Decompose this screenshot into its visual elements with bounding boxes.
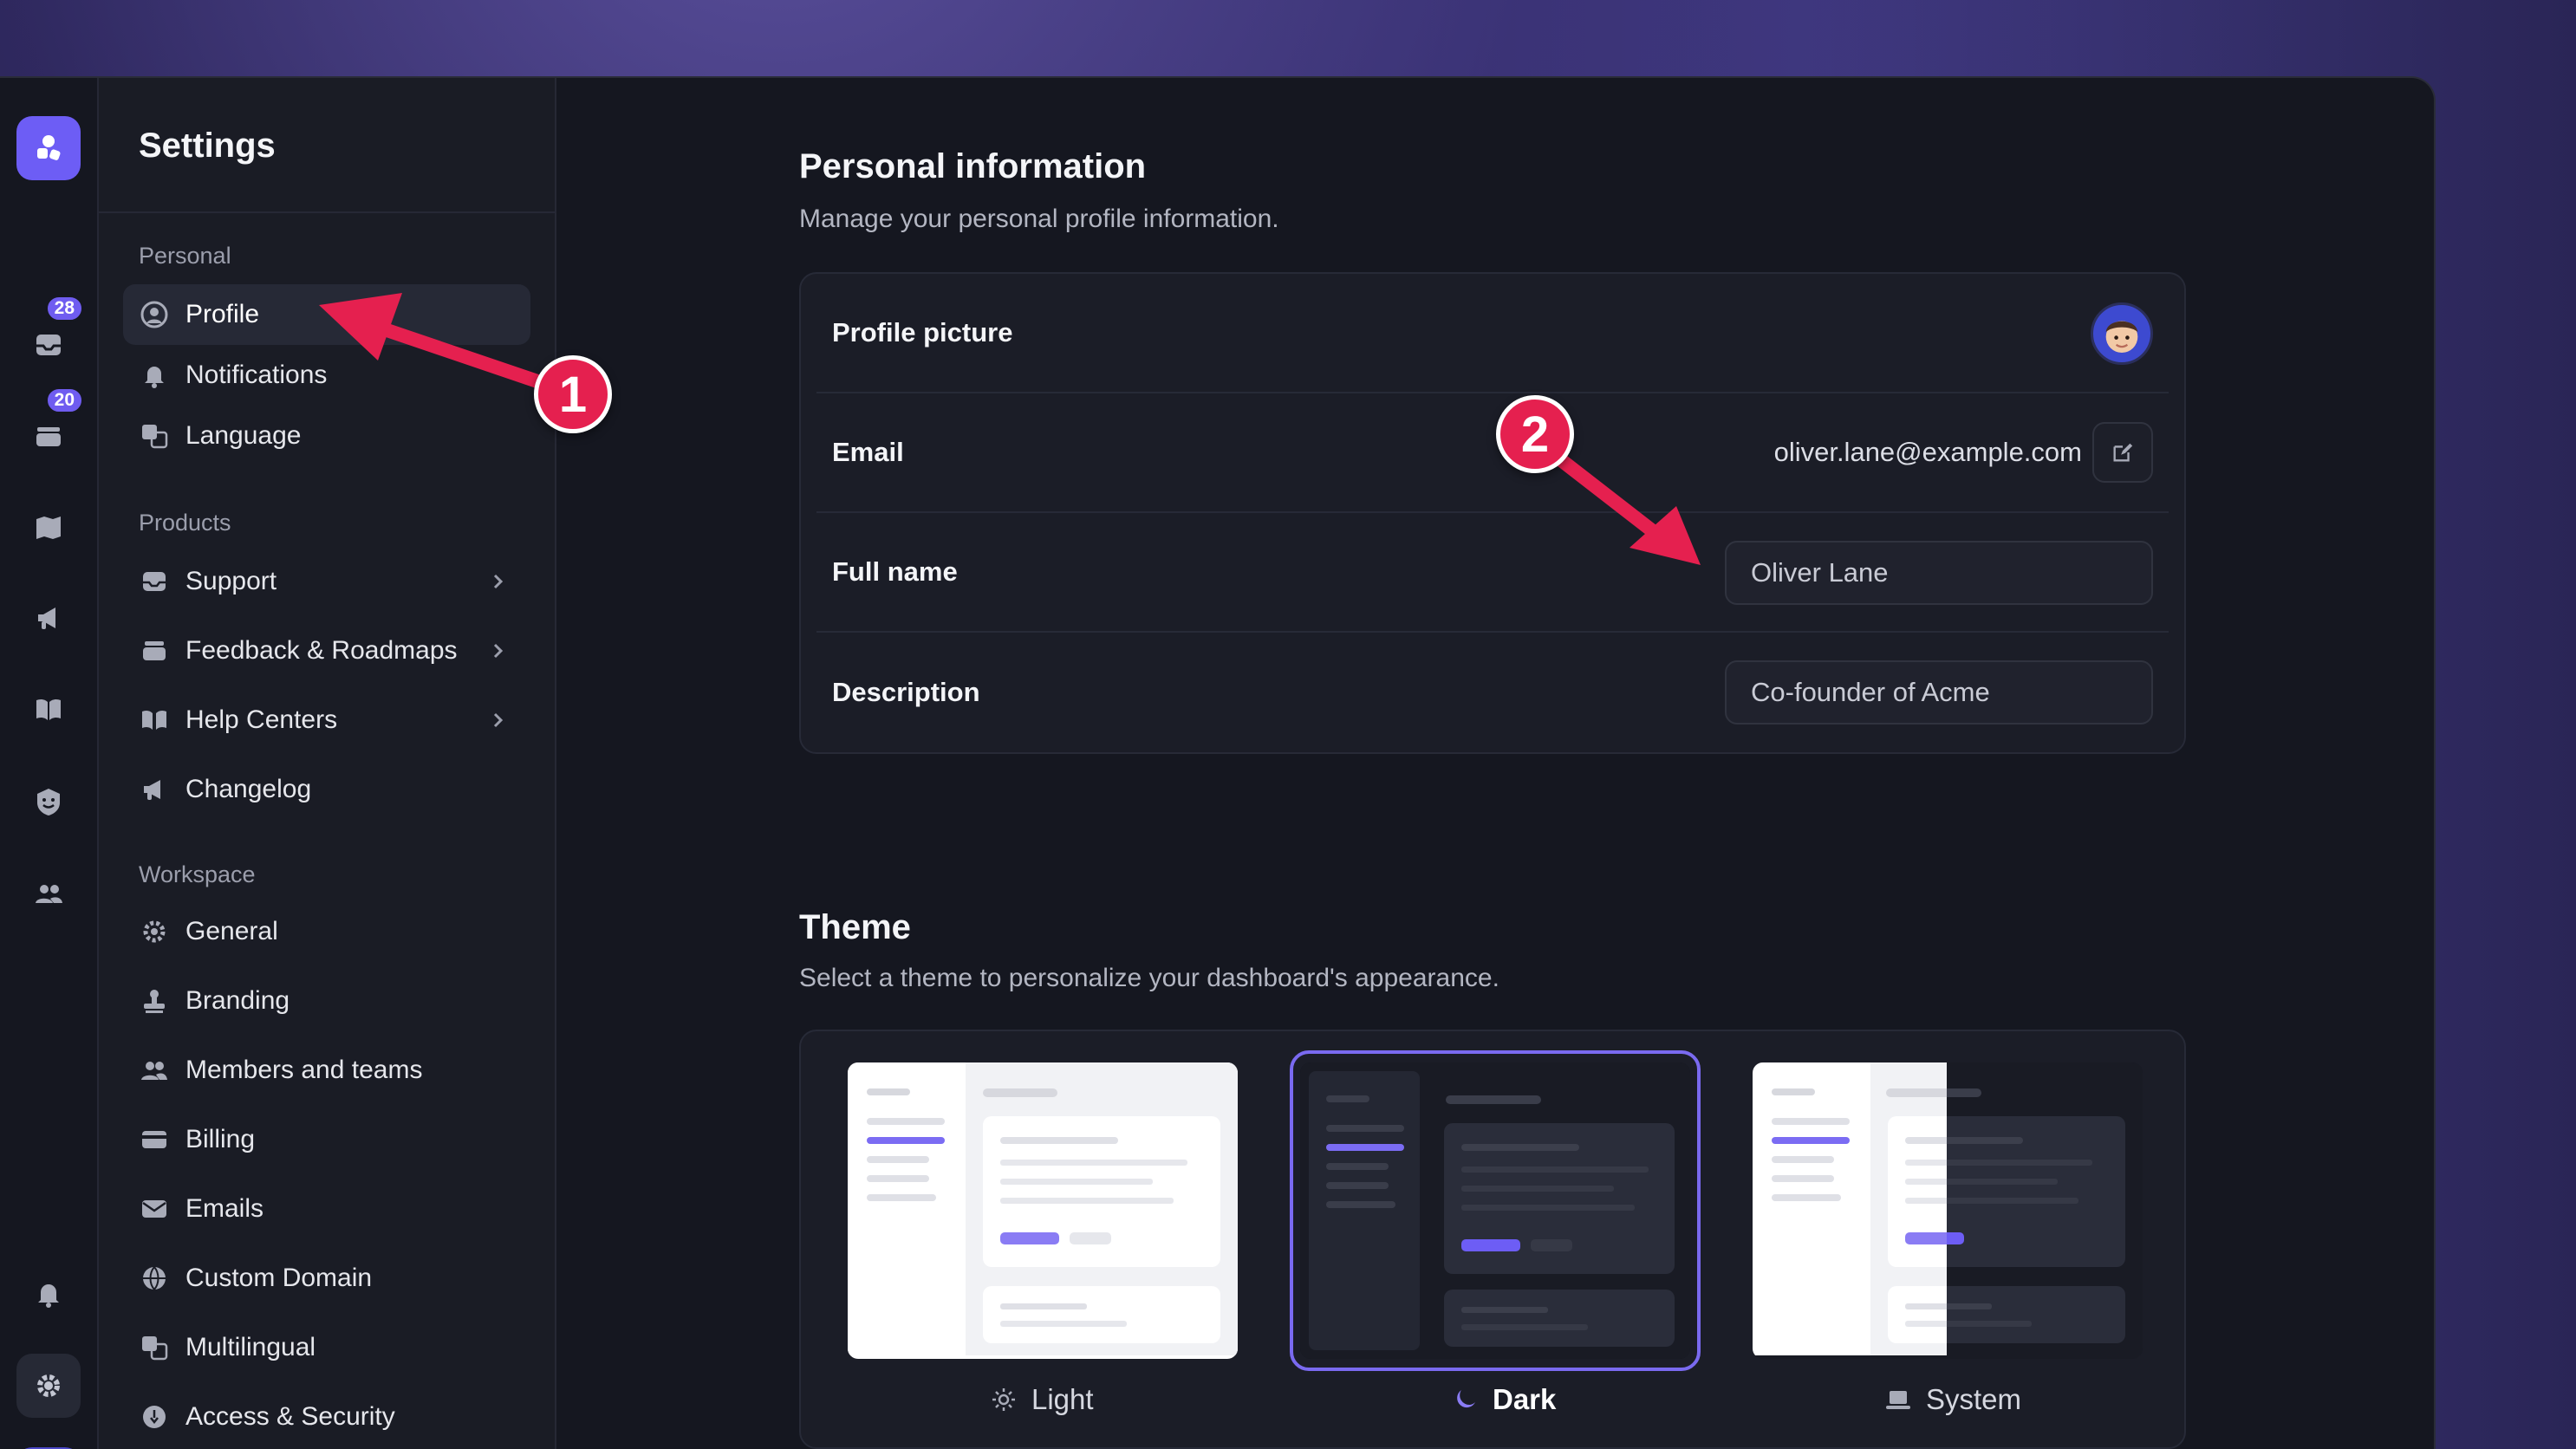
annotation-arrow-1 <box>357 315 544 388</box>
annotation-callout-1: 1 <box>534 355 612 433</box>
annotation-arrows <box>319 293 1701 565</box>
annotation-arrowhead-1 <box>319 293 402 361</box>
annotation-callout-2: 2 <box>1496 395 1574 473</box>
annotation-arrow-2 <box>1553 452 1668 544</box>
